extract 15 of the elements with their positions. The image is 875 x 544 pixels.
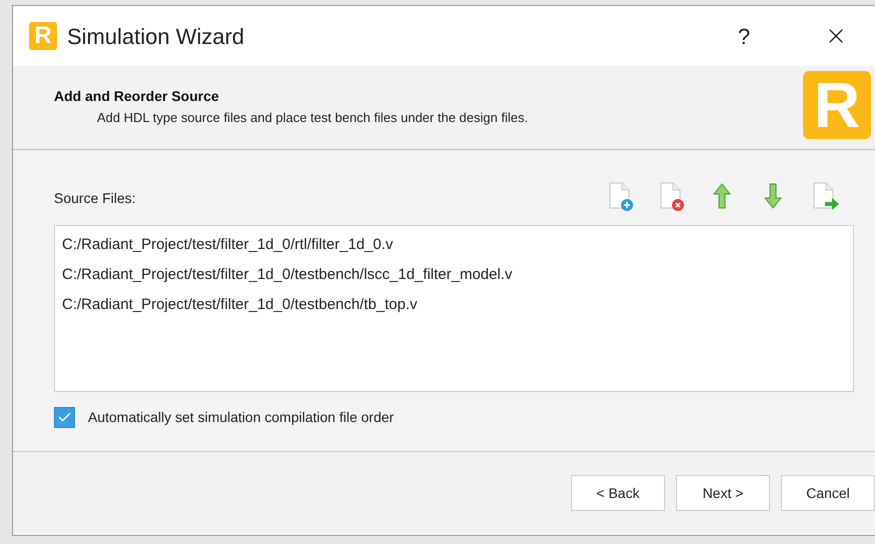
app-logo-icon: R	[29, 22, 57, 50]
dialog-button[interactable]: < Back	[571, 475, 665, 511]
source-file-item[interactable]: C:/Radiant_Project/test/filter_1d_0/testbench/tb_top.v	[62, 290, 853, 320]
checkbox-label: Automatically set simulation compilation file order	[88, 408, 394, 427]
checkbox[interactable]	[54, 407, 75, 428]
source-files-label: Source Files:	[54, 188, 136, 208]
help-button[interactable]: ?	[729, 20, 759, 52]
logo-icon: R	[803, 71, 871, 139]
source-file-item[interactable]: C:/Radiant_Project/test/filter_1d_0/rtl/filter_1d_0.v	[62, 230, 853, 260]
step-description: Add HDL type source files and place test bench files under the design files.	[97, 109, 528, 127]
step-title: Add and Reorder Source	[54, 87, 220, 106]
source-file-item[interactable]: C:/Radiant_Project/test/filter_1d_0/testbench/lscc_1d_filter_model.v	[62, 260, 853, 290]
dialog-button[interactable]: Cancel	[781, 475, 875, 511]
window-title: Simulation Wizard	[67, 22, 244, 50]
dialog-button[interactable]: Next >	[676, 475, 770, 511]
